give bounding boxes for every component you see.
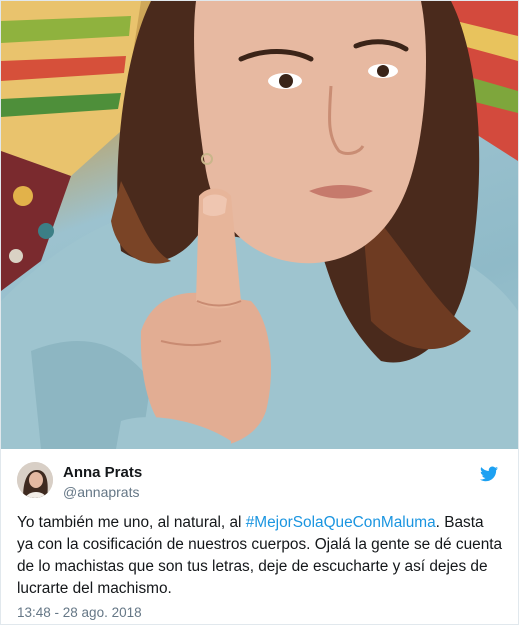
hashtag-link[interactable]: #MejorSolaQueConMaluma (246, 514, 436, 531)
tweet-text: Yo también me uno, al natural, al #Mejor… (17, 512, 503, 600)
tweet-text-start: Yo también me uno, al natural, al (17, 514, 246, 531)
tweet-card: Anna Prats @annaprats Yo también me uno,… (0, 0, 519, 625)
tweet-header: Anna Prats @annaprats (17, 462, 502, 506)
twitter-bird-icon[interactable] (480, 466, 498, 482)
author-name[interactable]: Anna Prats (63, 464, 142, 481)
photo-illustration (1, 1, 518, 449)
tweet-photo[interactable] (1, 1, 518, 449)
avatar[interactable] (17, 462, 53, 498)
author-handle[interactable]: @annaprats (63, 484, 139, 500)
tweet-timestamp[interactable]: 13:48 - 28 ago. 2018 (17, 605, 142, 620)
avatar-image (17, 462, 53, 498)
